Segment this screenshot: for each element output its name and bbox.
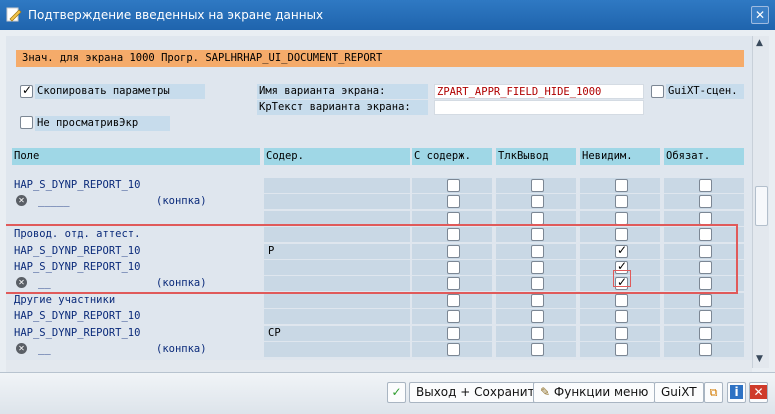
content-value: CP — [268, 327, 281, 339]
with-content-checkbox[interactable] — [447, 327, 460, 340]
column-header-invisible[interactable]: Невидим. — [580, 148, 660, 165]
output-only-checkbox[interactable] — [531, 327, 544, 340]
guixt-button[interactable]: GuiXT — [654, 382, 704, 403]
field-name: _____ — [38, 195, 70, 207]
field-name: Другие участники — [14, 294, 116, 306]
output-only-checkbox[interactable] — [531, 310, 544, 323]
document-edit-icon — [6, 7, 22, 22]
output-only-checkbox[interactable] — [531, 195, 544, 208]
field-name: HAP_S_DYNP_REPORT_10 — [14, 327, 141, 339]
required-checkbox[interactable] — [699, 310, 712, 323]
output-only-checkbox[interactable] — [531, 294, 544, 307]
delete-icon: ✕ — [16, 195, 27, 206]
required-checkbox[interactable] — [699, 179, 712, 192]
with-content-checkbox[interactable] — [447, 179, 460, 192]
horizontal-scrollbar[interactable] — [6, 360, 752, 372]
info-icon: i — [730, 385, 743, 399]
column-header-field[interactable]: Поле — [12, 148, 260, 165]
with-content-checkbox[interactable] — [447, 294, 460, 307]
content-area: Знач. для экрана 1000 Прогр. SAPLHRHAP_U… — [6, 36, 759, 368]
invisible-checkbox[interactable] — [615, 179, 628, 192]
output-only-checkbox[interactable] — [531, 343, 544, 356]
functions-menu-label: Функции меню — [553, 385, 649, 399]
short-text-label: КрТекст варианта экрана: — [257, 100, 428, 115]
invisible-checkbox[interactable] — [615, 294, 628, 307]
content-cell — [264, 194, 410, 209]
scroll-up-icon[interactable]: ▲ — [756, 38, 763, 48]
content-cell — [264, 178, 410, 193]
field-name: __ — [38, 343, 51, 355]
column-header-with-content[interactable]: С содерж. — [412, 148, 492, 165]
with-content-checkbox[interactable] — [447, 343, 460, 356]
close-window-button[interactable]: ✕ — [751, 6, 769, 24]
column-header-content[interactable]: Содер. — [264, 148, 410, 165]
required-checkbox[interactable] — [699, 343, 712, 356]
confirm-button[interactable]: ✓ — [387, 382, 406, 403]
field-suffix: (конпка) — [156, 343, 207, 355]
title-bar: Подтверждение введенных на экране данных… — [0, 0, 775, 30]
output-only-checkbox[interactable] — [531, 179, 544, 192]
guixt-label: GuiXT-сцен. — [666, 84, 744, 99]
exit-save-button[interactable]: Выход + Сохранить — [409, 382, 549, 403]
vertical-scrollbar[interactable]: ▲ ▼ — [752, 36, 769, 368]
no-view-label: Не просматривЭкр — [35, 116, 170, 131]
variant-name-field[interactable]: ZPART_APPR_FIELD_HIDE_1000 — [434, 84, 644, 99]
no-view-checkbox[interactable] — [20, 116, 33, 129]
column-header-required[interactable]: Обязат. — [664, 148, 744, 165]
with-content-checkbox[interactable] — [447, 310, 460, 323]
wrench-icon: ✎ — [540, 385, 551, 399]
column-header-output-only[interactable]: ТлкВывод — [496, 148, 576, 165]
field-name: HAP_S_DYNP_REPORT_10 — [14, 179, 141, 191]
content-cell — [264, 342, 410, 357]
info-button[interactable]: i — [727, 382, 746, 403]
button-bar: ✓ Выход + Сохранить ✎ Функции меню GuiXT… — [0, 372, 775, 414]
required-checkbox[interactable] — [699, 195, 712, 208]
close-icon: ✕ — [754, 8, 766, 22]
field-name: HAP_S_DYNP_REPORT_10 — [14, 310, 141, 322]
with-content-checkbox[interactable] — [447, 195, 460, 208]
variant-name-label: Имя варианта экрана: — [257, 84, 428, 99]
guixt-options-button[interactable]: ⧉ — [704, 382, 723, 403]
copy-params-checkbox[interactable]: ✓ — [20, 83, 33, 98]
field-suffix: (конпка) — [156, 195, 207, 207]
content-cell — [264, 293, 410, 308]
window-title: Подтверждение введенных на экране данных — [28, 8, 324, 22]
check-icon: ✓ — [391, 385, 402, 399]
cancel-icon: ✕ — [750, 385, 767, 399]
highlight-checkbox-box — [613, 270, 631, 287]
cancel-button[interactable]: ✕ — [749, 382, 768, 403]
info-bar: Знач. для экрана 1000 Прогр. SAPLHRHAP_U… — [16, 50, 744, 67]
invisible-checkbox[interactable] — [615, 310, 628, 323]
functions-menu-button[interactable]: ✎ Функции меню — [533, 382, 656, 403]
invisible-checkbox[interactable] — [615, 195, 628, 208]
scroll-thumb[interactable] — [755, 186, 768, 226]
delete-icon: ✕ — [16, 343, 27, 354]
short-text-field[interactable] — [434, 100, 644, 115]
check-icon: ✓ — [22, 83, 33, 97]
content-cell — [264, 309, 410, 324]
external-window-icon: ⧉ — [709, 386, 718, 399]
invisible-checkbox[interactable] — [615, 327, 628, 340]
required-checkbox[interactable] — [699, 294, 712, 307]
guixt-checkbox[interactable] — [651, 85, 664, 98]
invisible-checkbox[interactable] — [615, 343, 628, 356]
content-cell — [264, 326, 410, 341]
required-checkbox[interactable] — [699, 327, 712, 340]
copy-params-label: Скопировать параметры — [35, 84, 205, 99]
scroll-down-icon[interactable]: ▼ — [756, 354, 763, 364]
